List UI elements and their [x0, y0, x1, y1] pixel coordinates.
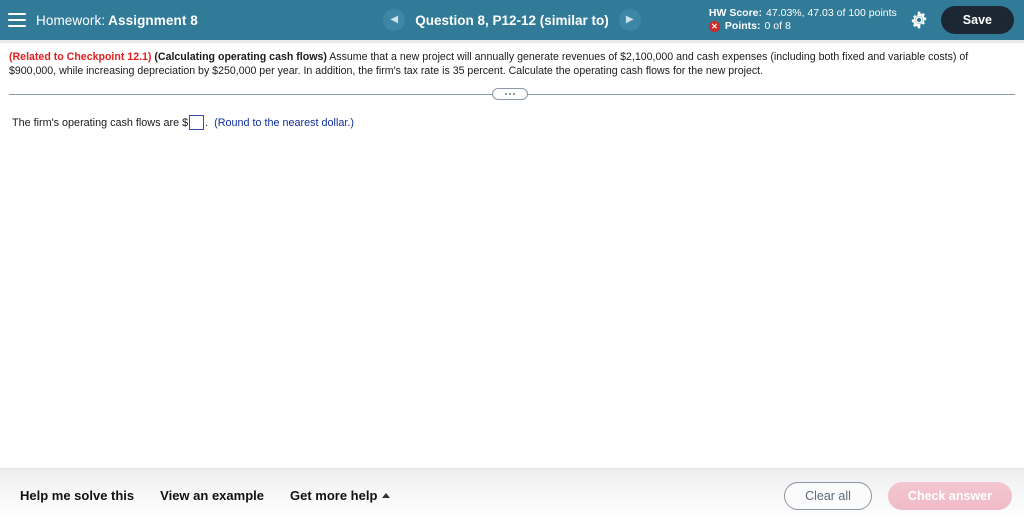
handle-dot — [513, 93, 515, 95]
page-title: Question 8, P12-12 (similar to) — [415, 12, 609, 28]
hw-score-row: HW Score: 47.03%, 47.03 of 100 points — [709, 7, 897, 20]
assignment-name: Assignment 8 — [108, 12, 198, 28]
handle-dot — [509, 93, 511, 95]
caret-up-icon — [382, 493, 391, 498]
clear-all-button[interactable]: Clear all — [784, 481, 872, 510]
hamburger-bar — [8, 13, 26, 15]
get-more-help-label: Get more help — [289, 488, 378, 503]
currency-symbol: $ — [182, 116, 189, 129]
question-text: (Related to Checkpoint 12.1) (Calculatin… — [9, 50, 1015, 78]
answer-period: . — [205, 116, 209, 129]
question-topic: (Calculating operating cash flows) — [154, 51, 327, 63]
answer-input[interactable] — [189, 115, 205, 130]
points-label: Points: — [724, 20, 761, 32]
header-underline — [0, 40, 1024, 43]
save-button[interactable]: Save — [940, 6, 1014, 34]
points-value: 0 of 8 — [764, 20, 791, 32]
chevron-left-icon[interactable]: ◀ — [383, 9, 406, 31]
hamburger-icon[interactable] — [8, 13, 26, 27]
app-header: Homework: Assignment 8 ◀ Question 8, P12-… — [0, 0, 1024, 40]
course-label: Homework: — [36, 12, 106, 28]
checkpoint-reference: (Related to Checkpoint 12.1) — [9, 51, 152, 63]
points-row: ✕ Points: 0 of 8 — [708, 20, 897, 33]
question-page: Homework: Assignment 8 ◀ Question 8, P12-… — [0, 0, 1024, 522]
rounding-instruction: (Round to the nearest dollar.) — [214, 116, 354, 129]
header-right-group: HW Score: 47.03%, 47.03 of 100 points ✕ … — [708, 0, 1024, 40]
footer-help-links: Help me solve this View an example Get m… — [0, 488, 391, 503]
get-more-help-link[interactable]: Get more help — [289, 488, 391, 503]
footer-toolbar: Help me solve this View an example Get m… — [0, 468, 1024, 522]
hw-score-label: HW Score: — [708, 7, 763, 19]
hamburger-bar — [8, 19, 26, 21]
score-summary: HW Score: 47.03%, 47.03 of 100 points ✕ … — [708, 7, 897, 33]
gear-icon[interactable] — [909, 10, 929, 30]
handle-dot — [505, 93, 507, 95]
answer-prompt: The firm's operating cash flows are — [12, 116, 180, 129]
view-an-example-link[interactable]: View an example — [160, 488, 264, 503]
check-answer-button[interactable]: Check answer — [887, 481, 1012, 510]
help-me-solve-this-link[interactable]: Help me solve this — [20, 488, 134, 503]
drag-handle-dots-icon[interactable] — [492, 88, 528, 100]
error-circle-icon: ✕ — [708, 21, 720, 32]
hw-score-value: 47.03%, 47.03 of 100 points — [766, 7, 897, 19]
header-left-group: Homework: Assignment 8 — [0, 13, 198, 28]
hamburger-bar — [8, 25, 26, 27]
footer-action-buttons: Clear all Check answer — [784, 481, 1012, 510]
assignment-title: Homework: Assignment 8 — [36, 13, 198, 28]
chevron-right-icon[interactable]: ▶ — [618, 9, 641, 31]
resizable-divider[interactable] — [9, 87, 1015, 103]
question-body: Assume that a new project will annually … — [9, 51, 969, 77]
answer-row: The firm's operating cash flows are $ . … — [12, 115, 354, 130]
